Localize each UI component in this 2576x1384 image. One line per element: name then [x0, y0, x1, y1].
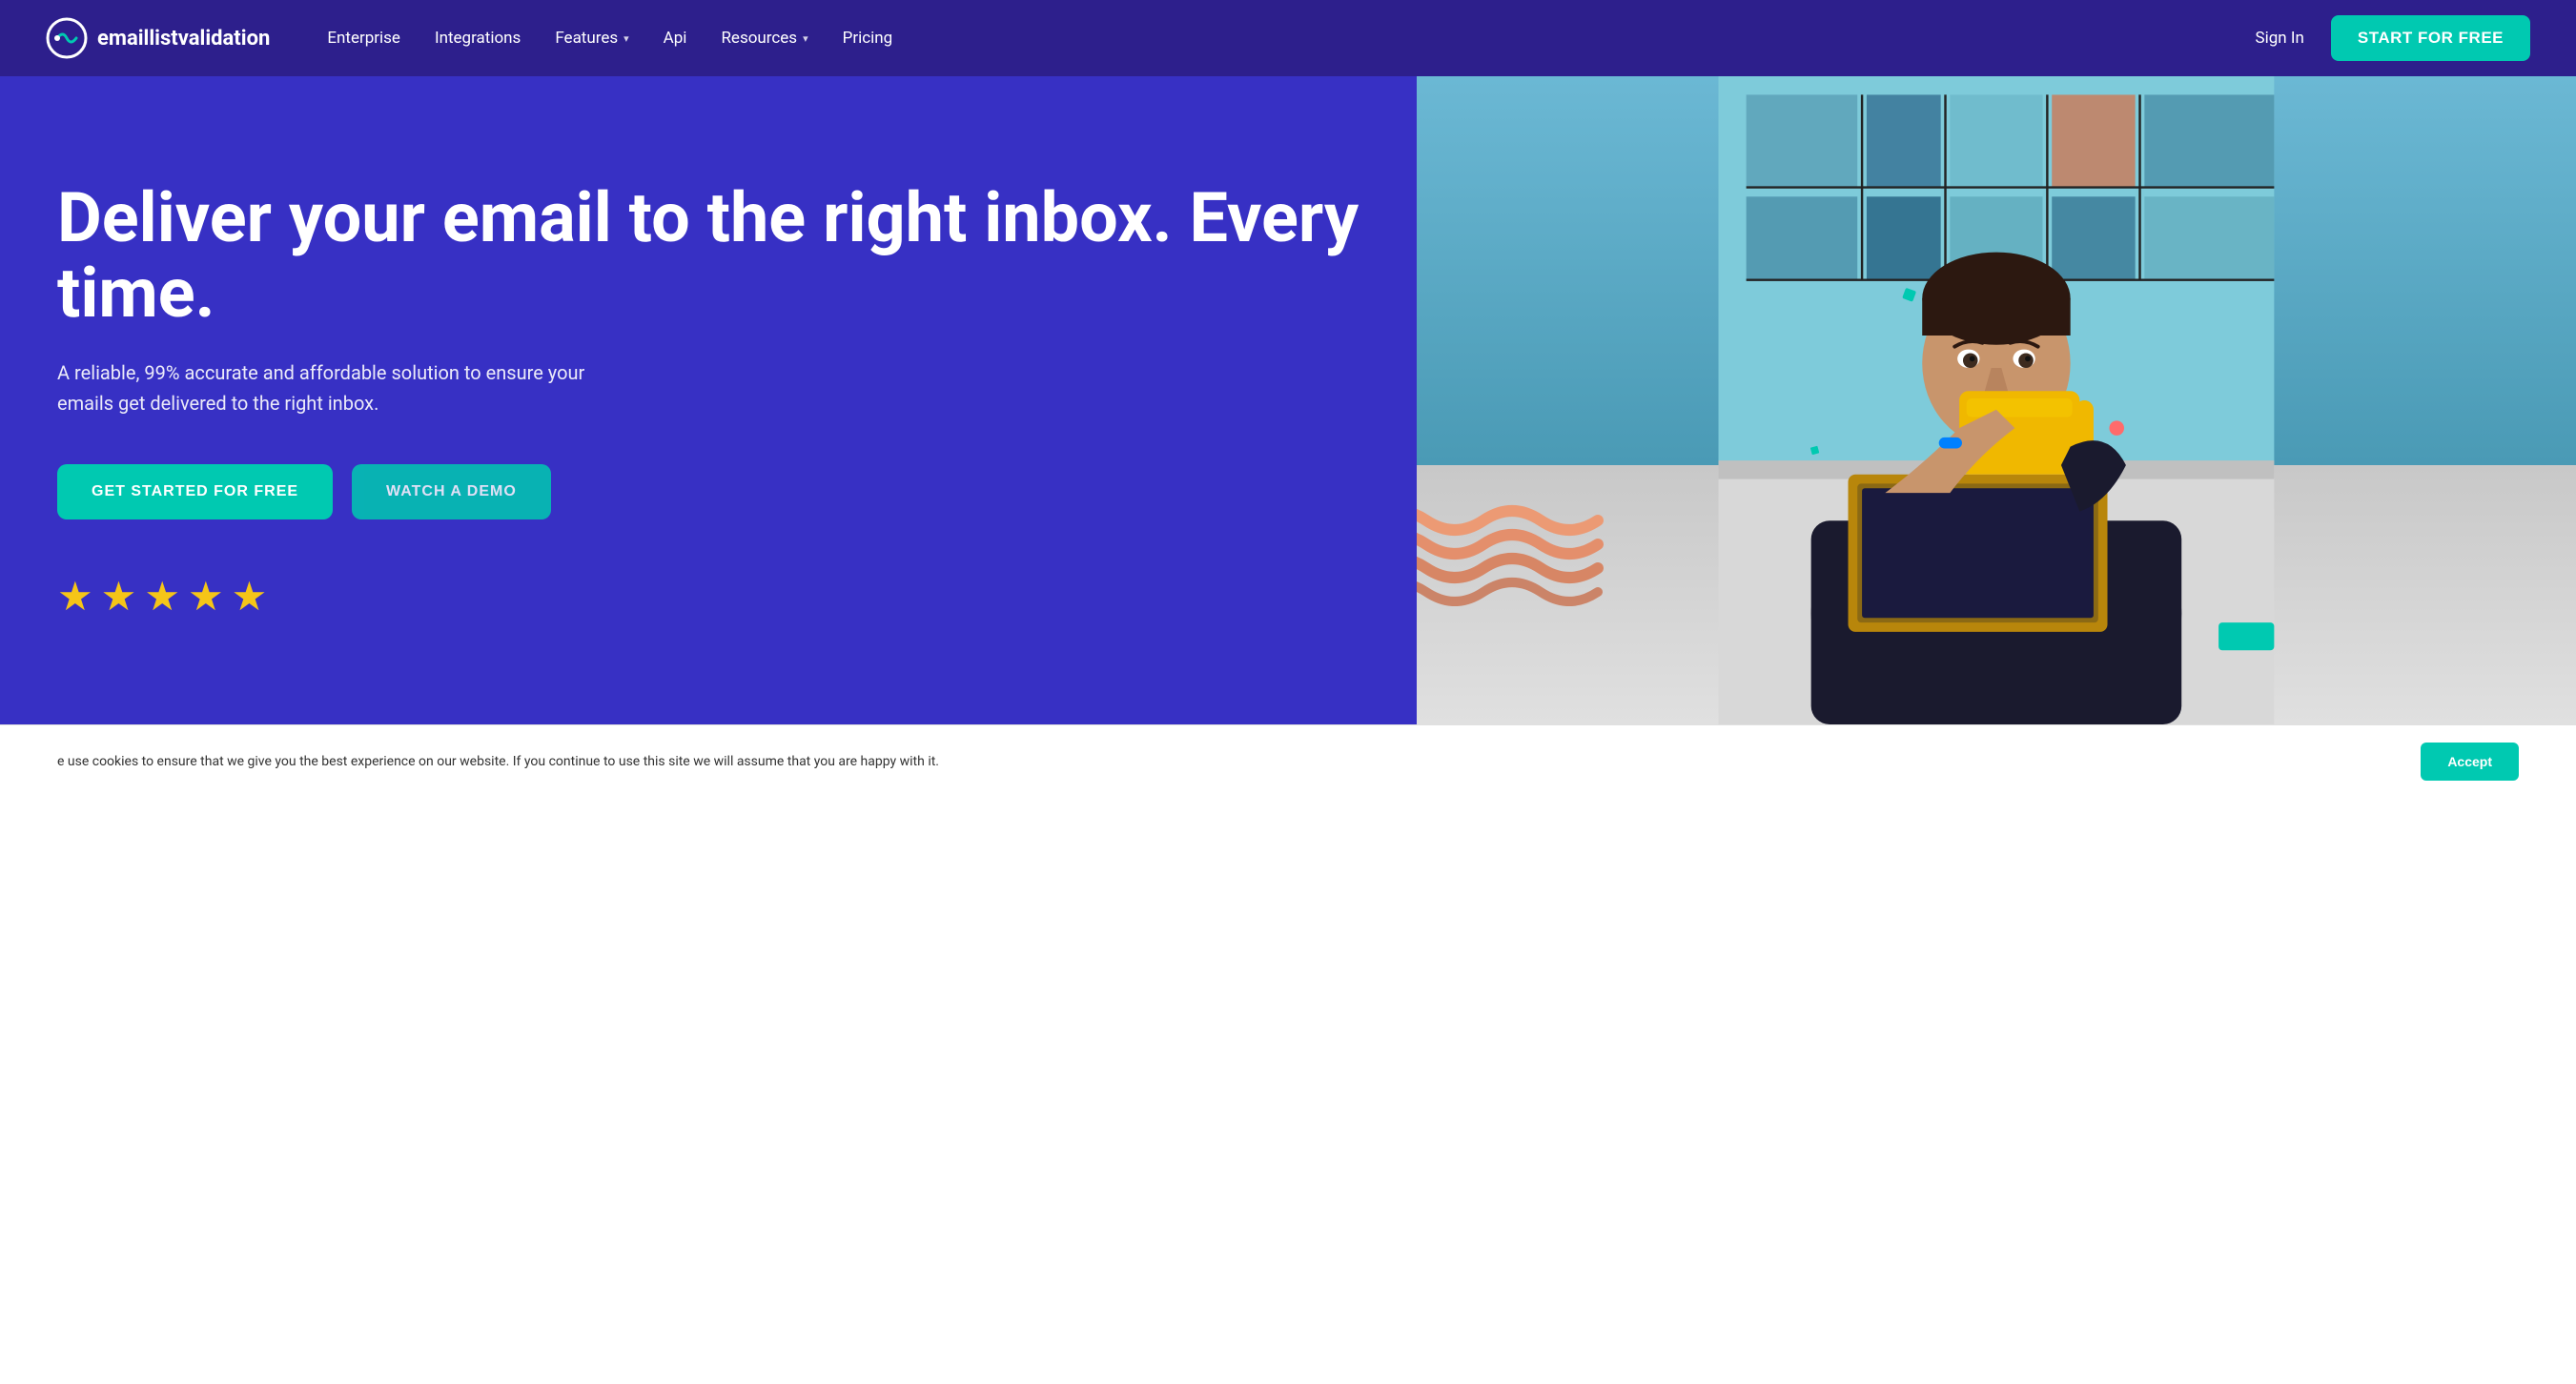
star-3: ★ [144, 573, 180, 621]
nav-resources[interactable]: Resources ▾ [721, 29, 808, 48]
start-free-button[interactable]: START FOR FREE [2331, 15, 2530, 61]
nav-integrations[interactable]: Integrations [435, 29, 521, 48]
hero-buttons: GET STARTED FOR FREE WATCH A DEMO [57, 464, 1417, 519]
nav-pricing[interactable]: Pricing [843, 29, 893, 48]
logo[interactable]: emaillistvalidation [46, 17, 270, 59]
star-2: ★ [101, 573, 137, 621]
hero-content: Deliver your email to the right inbox. E… [0, 76, 1417, 724]
hero-image [1417, 76, 2576, 724]
cookie-text: e use cookies to ensure that we give you… [57, 752, 2392, 772]
logo-icon [46, 17, 88, 59]
nav-features[interactable]: Features ▾ [555, 29, 628, 48]
star-1: ★ [57, 573, 93, 621]
wave-decoration [1417, 492, 1607, 610]
watch-demo-button[interactable]: WATCH A DEMO [352, 464, 551, 519]
hero-title: Deliver your email to the right inbox. E… [57, 180, 1417, 331]
nav-links: Enterprise Integrations Features ▾ Api R… [327, 29, 2255, 48]
star-4: ★ [188, 573, 224, 621]
cookie-accept-button[interactable]: Accept [2421, 743, 2519, 781]
resources-chevron-icon: ▾ [803, 32, 808, 45]
hero-subtitle: A reliable, 99% accurate and affordable … [57, 357, 629, 418]
nav-api[interactable]: Api [664, 29, 687, 48]
nav-enterprise[interactable]: Enterprise [327, 29, 400, 48]
cookie-banner: e use cookies to ensure that we give you… [0, 724, 2576, 798]
navbar: emaillistvalidation Enterprise Integrati… [0, 0, 2576, 76]
sign-in-link[interactable]: Sign In [2256, 29, 2304, 48]
hero-person-illustration [1417, 76, 2576, 724]
logo-text: emaillistvalidation [97, 27, 270, 51]
get-started-button[interactable]: GET STARTED FOR FREE [57, 464, 333, 519]
star-5: ★ [232, 573, 268, 621]
features-chevron-icon: ▾ [624, 32, 629, 45]
nav-right: Sign In START FOR FREE [2256, 15, 2530, 61]
hero-section: Deliver your email to the right inbox. E… [0, 76, 2576, 724]
stars-rating: ★ ★ ★ ★ ★ [57, 573, 1417, 621]
